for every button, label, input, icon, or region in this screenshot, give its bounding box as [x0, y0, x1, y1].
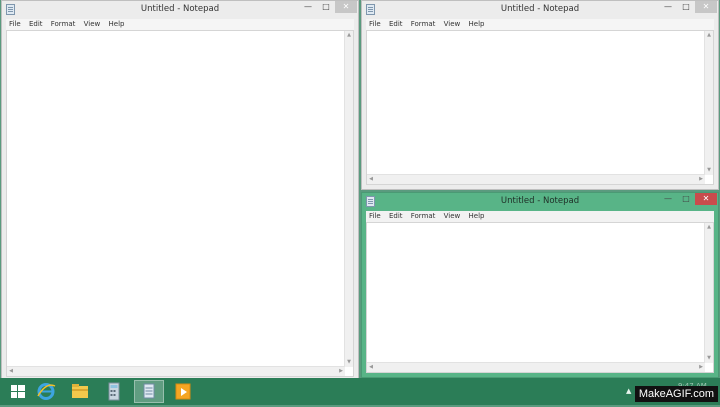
menu-edit[interactable]: Edit — [386, 211, 406, 222]
menu-view[interactable]: View — [441, 19, 464, 30]
scroll-left-icon[interactable]: ◀ — [7, 368, 15, 375]
maximize-button[interactable]: □ — [678, 1, 694, 13]
media-player-icon — [175, 383, 191, 400]
scroll-right-icon[interactable]: ▶ — [337, 368, 345, 375]
taskbar-notepad[interactable] — [134, 380, 164, 403]
text-editor[interactable]: ▲ ▼ ◀ ▶ — [366, 30, 714, 185]
notepad-icon — [143, 383, 155, 399]
scroll-right-icon[interactable]: ▶ — [697, 364, 705, 371]
horizontal-scrollbar[interactable]: ◀ ▶ — [7, 366, 345, 376]
internet-explorer-icon — [37, 383, 56, 400]
notepad-window-left[interactable]: Untitled - Notepad — □ ✕ File Edit Forma… — [1, 0, 359, 382]
taskbar-calculator[interactable] — [101, 380, 127, 403]
file-explorer-icon — [72, 384, 88, 398]
minimize-button[interactable]: — — [660, 1, 676, 13]
menu-view[interactable]: View — [441, 211, 464, 222]
scroll-down-icon[interactable]: ▼ — [705, 167, 713, 174]
notepad-window-bottom-right[interactable]: Untitled - Notepad — □ ✕ File Edit Forma… — [361, 192, 719, 378]
taskbar-internet-explorer[interactable] — [33, 380, 59, 403]
taskbar: ▲ ⚑ ▦ ◀) 9:47 AM — [0, 378, 720, 405]
horizontal-scrollbar[interactable]: ◀ ▶ — [367, 174, 705, 184]
menu-file[interactable]: File — [6, 19, 24, 30]
close-button[interactable]: ✕ — [335, 1, 357, 13]
menu-bar: File Edit Format View Help — [366, 211, 714, 222]
start-button[interactable] — [5, 380, 31, 403]
vertical-scrollbar[interactable]: ▲ ▼ — [704, 223, 713, 363]
scroll-right-icon[interactable]: ▶ — [697, 176, 705, 183]
title-bar[interactable]: Untitled - Notepad — □ ✕ — [2, 1, 358, 19]
maximize-button[interactable]: □ — [678, 193, 694, 205]
menu-help[interactable]: Help — [466, 19, 488, 30]
text-editor[interactable]: ▲ ▼ ◀ ▶ — [6, 30, 354, 377]
menu-bar: File Edit Format View Help — [6, 19, 354, 30]
chevron-up-icon[interactable]: ▲ — [626, 387, 631, 395]
scroll-up-icon[interactable]: ▲ — [705, 224, 713, 231]
scroll-up-icon[interactable]: ▲ — [345, 32, 353, 39]
title-bar[interactable]: Untitled - Notepad — □ ✕ — [362, 1, 718, 19]
menu-format[interactable]: Format — [48, 19, 79, 30]
minimize-button[interactable]: — — [660, 193, 676, 205]
menu-edit[interactable]: Edit — [386, 19, 406, 30]
menu-file[interactable]: File — [366, 19, 384, 30]
scroll-down-icon[interactable]: ▼ — [345, 359, 353, 366]
menu-view[interactable]: View — [81, 19, 104, 30]
maximize-button[interactable]: □ — [318, 1, 334, 13]
notepad-window-top-right[interactable]: Untitled - Notepad — □ ✕ File Edit Forma… — [361, 0, 719, 190]
scroll-up-icon[interactable]: ▲ — [705, 32, 713, 39]
menu-help[interactable]: Help — [466, 211, 488, 222]
scroll-left-icon[interactable]: ◀ — [367, 364, 375, 371]
windows-logo-icon — [11, 385, 25, 398]
vertical-scrollbar[interactable]: ▲ ▼ — [704, 31, 713, 175]
menu-bar: File Edit Format View Help — [366, 19, 714, 30]
vertical-scrollbar[interactable]: ▲ ▼ — [344, 31, 353, 367]
title-bar[interactable]: Untitled - Notepad — □ ✕ — [362, 193, 718, 211]
menu-format[interactable]: Format — [408, 211, 439, 222]
text-editor[interactable]: ▲ ▼ ◀ ▶ — [366, 222, 714, 373]
menu-file[interactable]: File — [366, 211, 384, 222]
taskbar-media-player[interactable] — [170, 380, 196, 403]
menu-edit[interactable]: Edit — [26, 19, 46, 30]
horizontal-scrollbar[interactable]: ◀ ▶ — [367, 362, 705, 372]
calculator-icon — [108, 382, 120, 401]
menu-help[interactable]: Help — [106, 19, 128, 30]
scroll-down-icon[interactable]: ▼ — [705, 355, 713, 362]
menu-format[interactable]: Format — [408, 19, 439, 30]
minimize-button[interactable]: — — [300, 1, 316, 13]
close-button[interactable]: ✕ — [695, 193, 717, 205]
watermark: MakeAGIF.com — [634, 386, 718, 402]
close-button[interactable]: ✕ — [695, 1, 717, 13]
taskbar-file-explorer[interactable] — [67, 380, 93, 403]
scroll-left-icon[interactable]: ◀ — [367, 176, 375, 183]
